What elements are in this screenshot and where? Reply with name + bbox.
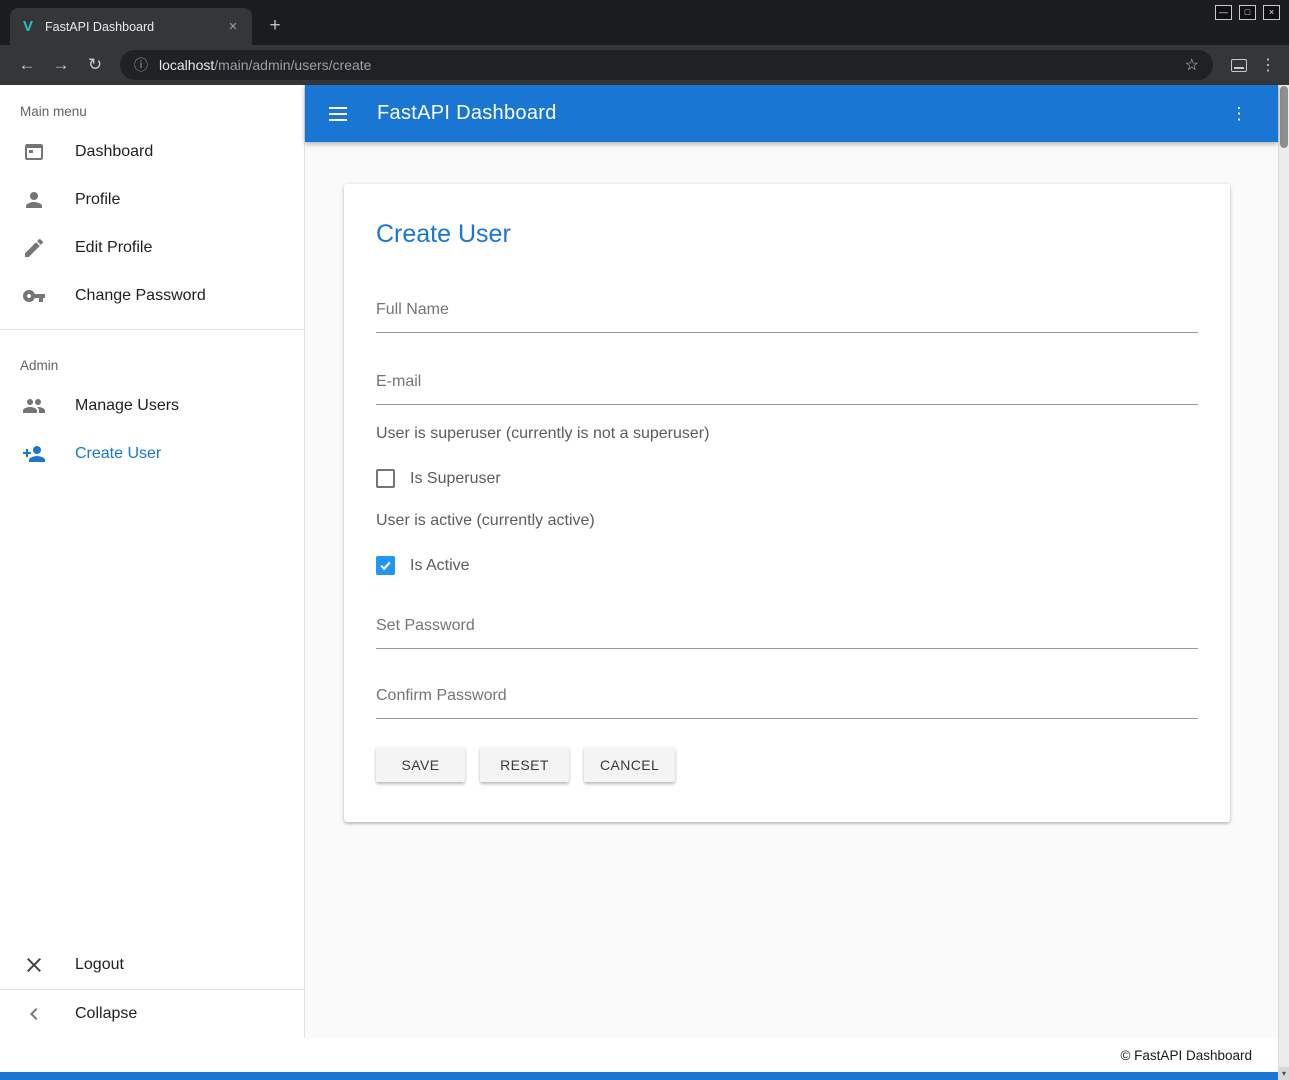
sidebar-section-admin: Admin	[0, 339, 304, 382]
content-area: Create User User is superuser (currently…	[305, 142, 1278, 1038]
sidebar-item-label: Edit Profile	[75, 239, 152, 257]
site-info-icon[interactable]: ⓘ	[134, 55, 148, 75]
sidebar-item-label: Change Password	[75, 287, 206, 305]
dashboard-icon	[22, 140, 46, 164]
sidebar-item-edit-profile[interactable]: Edit Profile	[0, 224, 304, 272]
is-active-checkbox[interactable]	[376, 556, 395, 575]
is-superuser-checkbox-row[interactable]: Is Superuser	[376, 469, 1198, 488]
people-icon	[22, 394, 46, 418]
confirm-password-field-wrap	[376, 687, 1198, 719]
appbar-overflow-icon[interactable]: ⋮	[1226, 104, 1252, 124]
vuetify-favicon-icon: V	[20, 18, 36, 35]
sidebar-item-change-password[interactable]: Change Password	[0, 272, 304, 320]
key-icon	[22, 284, 46, 308]
footer: © FastAPI Dashboard	[0, 1038, 1278, 1072]
browser-tab[interactable]: V FastAPI Dashboard ×	[10, 8, 252, 45]
footer-copyright: © FastAPI Dashboard	[1120, 1048, 1252, 1063]
sidebar-item-create-user[interactable]: Create User	[0, 430, 304, 478]
set-password-field-wrap	[376, 617, 1198, 649]
scrollbar-thumb[interactable]	[1280, 86, 1288, 148]
sidebar-item-profile[interactable]: Profile	[0, 176, 304, 224]
sidebar-divider	[0, 329, 304, 330]
sidebar-item-label: Dashboard	[75, 143, 153, 161]
appbar-title: FastAPI Dashboard	[377, 102, 1226, 125]
new-tab-button[interactable]: +	[262, 13, 288, 39]
sidebar-spacer	[0, 478, 304, 941]
person-icon	[22, 188, 46, 212]
reload-button[interactable]: ↻	[81, 51, 109, 79]
scrollbar-down-arrow[interactable]: ▾	[1279, 1067, 1289, 1080]
bookmark-star-icon[interactable]: ☆	[1185, 55, 1199, 75]
browser-window: V FastAPI Dashboard × + — □ × ← → ↻ ⓘ lo…	[0, 0, 1289, 1080]
sidebar-item-label: Manage Users	[75, 397, 179, 415]
tab-title: FastAPI Dashboard	[45, 20, 224, 34]
hamburger-menu-icon[interactable]	[329, 102, 353, 126]
is-active-label: Is Active	[410, 557, 470, 575]
main-area: FastAPI Dashboard ⋮ Create User User is …	[305, 85, 1278, 1038]
sidebar-item-dashboard[interactable]: Dashboard	[0, 128, 304, 176]
is-superuser-checkbox[interactable]	[376, 469, 395, 488]
browser-menu-icon[interactable]: ⋮	[1257, 55, 1279, 75]
url-host: localhost	[159, 57, 214, 73]
active-hint: User is active (currently active)	[376, 512, 1198, 530]
sidebar-item-label: Collapse	[75, 1005, 137, 1023]
window-controls: — □ ×	[1215, 5, 1280, 20]
confirm-password-input[interactable]	[376, 687, 1198, 719]
sidebar-item-label: Create User	[75, 445, 161, 463]
is-superuser-label: Is Superuser	[410, 470, 501, 488]
cancel-button[interactable]: CANCEL	[584, 747, 675, 782]
window-maximize-button[interactable]: □	[1239, 5, 1256, 20]
email-field-wrap	[376, 373, 1198, 405]
sidebar-item-manage-users[interactable]: Manage Users	[0, 382, 304, 430]
back-button[interactable]: ←	[13, 51, 41, 79]
browser-toolbar: ← → ↻ ⓘ localhost /main/admin/users/crea…	[0, 45, 1289, 85]
email-input[interactable]	[376, 373, 1198, 405]
page: Main menu Dashboard Profile	[0, 85, 1278, 1080]
pencil-icon	[22, 236, 46, 260]
form-buttons: SAVE RESET CANCEL	[376, 747, 1198, 782]
address-bar[interactable]: ⓘ localhost /main/admin/users/create ☆	[120, 50, 1213, 80]
person-add-icon	[22, 442, 46, 466]
sidebar-section-main-menu: Main menu	[0, 85, 304, 128]
sidebar: Main menu Dashboard Profile	[0, 85, 305, 1038]
full-name-input[interactable]	[376, 301, 1198, 333]
footer-accent-bar	[0, 1072, 1278, 1080]
reset-button[interactable]: RESET	[480, 747, 569, 782]
sidebar-item-logout[interactable]: Logout	[0, 941, 304, 989]
full-name-field-wrap	[376, 301, 1198, 333]
browser-titlebar: V FastAPI Dashboard × + — □ ×	[0, 0, 1289, 45]
forward-button[interactable]: →	[47, 51, 75, 79]
create-user-card: Create User User is superuser (currently…	[344, 184, 1230, 822]
sidebar-item-label: Profile	[75, 191, 120, 209]
close-icon	[22, 953, 46, 977]
page-title: Create User	[376, 220, 1198, 249]
window-minimize-button[interactable]: —	[1215, 5, 1232, 20]
superuser-hint: User is superuser (currently is not a su…	[376, 425, 1198, 443]
page-scrollbar[interactable]: ▾	[1278, 85, 1289, 1080]
save-button[interactable]: SAVE	[376, 747, 465, 782]
chevron-left-icon	[22, 1002, 46, 1026]
url-path: /main/admin/users/create	[214, 57, 371, 73]
app-bar: FastAPI Dashboard ⋮	[305, 85, 1278, 142]
browser-panel-icon[interactable]	[1231, 59, 1247, 72]
is-active-checkbox-row[interactable]: Is Active	[376, 556, 1198, 575]
window-close-button[interactable]: ×	[1263, 5, 1280, 20]
tab-close-icon[interactable]: ×	[224, 18, 242, 35]
sidebar-item-collapse[interactable]: Collapse	[0, 990, 304, 1038]
set-password-input[interactable]	[376, 617, 1198, 649]
sidebar-item-label: Logout	[75, 956, 124, 974]
